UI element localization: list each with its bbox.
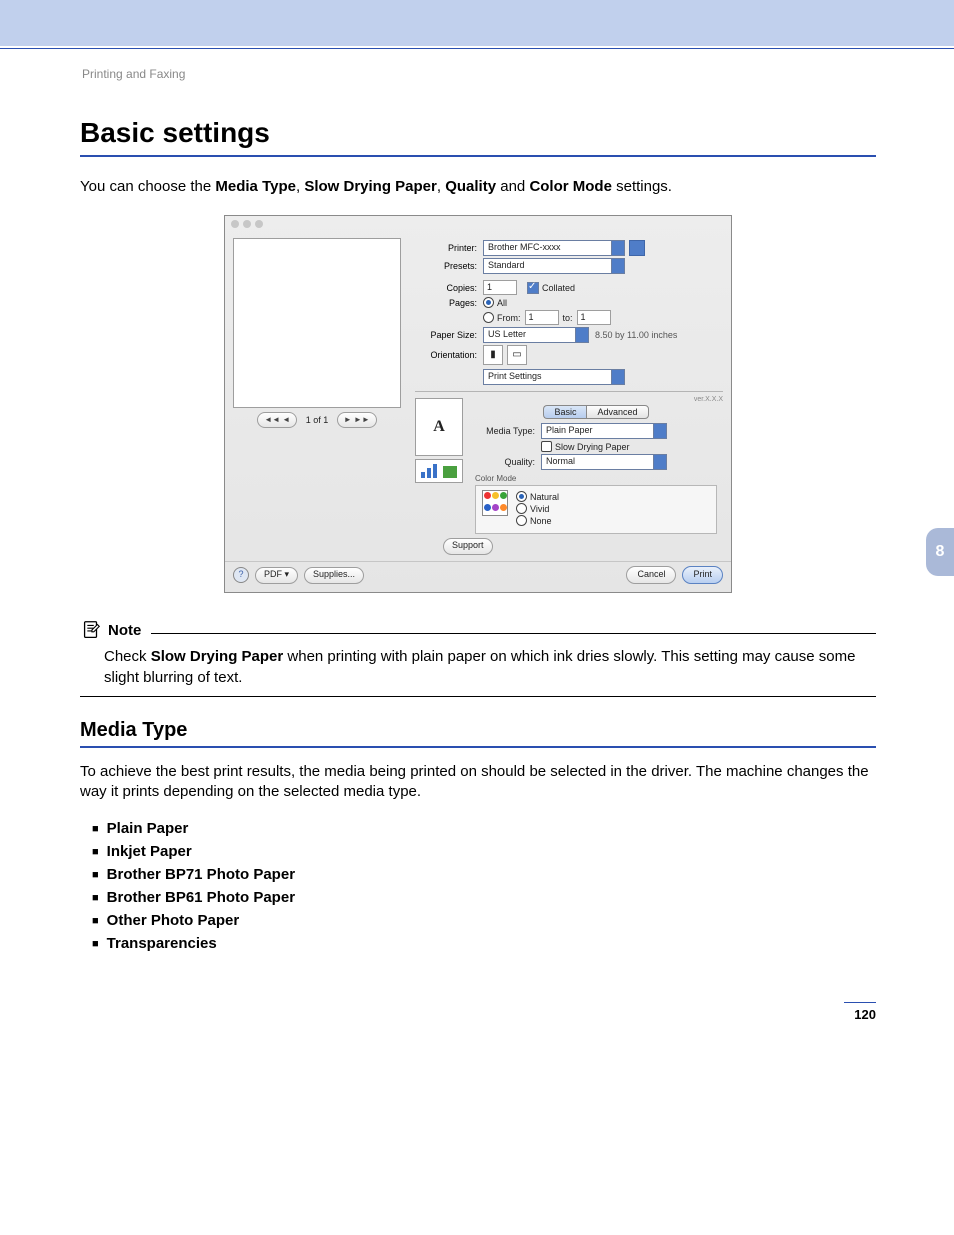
intro-paragraph: You can choose the Media Type, Slow Dryi…: [80, 177, 876, 197]
list-item: Other Photo Paper: [92, 912, 876, 929]
pages-range-radio[interactable]: [483, 312, 494, 323]
pages-from-input[interactable]: 1: [525, 310, 559, 325]
pages-label: Pages:: [415, 298, 477, 308]
driver-version-label: ver.X.X.X: [469, 396, 723, 403]
copies-input[interactable]: 1: [483, 280, 517, 295]
pager-prev-button[interactable]: ◄◄ ◄: [257, 412, 297, 428]
note-block: Note Check Slow Drying Paper when printi…: [80, 619, 876, 697]
media-type-paragraph: To achieve the best print results, the m…: [80, 762, 876, 803]
list-item: Brother BP71 Photo Paper: [92, 866, 876, 883]
print-preview-pane: [233, 238, 401, 408]
list-item: Transparencies: [92, 935, 876, 952]
heading-basic-settings: Basic settings: [80, 117, 876, 157]
quality-select[interactable]: Normal: [541, 454, 667, 470]
sample-thumb-text: A: [415, 398, 463, 456]
list-item: Brother BP61 Photo Paper: [92, 889, 876, 906]
pages-from-label: From:: [497, 313, 521, 323]
collated-checkbox[interactable]: [527, 282, 539, 294]
list-item: Plain Paper: [92, 820, 876, 837]
papersize-label: Paper Size:: [415, 330, 477, 340]
printer-select[interactable]: Brother MFC-xxxx: [483, 240, 625, 256]
media-type-list: Plain Paper Inkjet Paper Brother BP71 Ph…: [92, 820, 876, 952]
note-title: Note: [108, 622, 141, 639]
heading-media-type: Media Type: [80, 719, 876, 748]
running-head: Printing and Faxing: [82, 67, 876, 81]
pages-to-input[interactable]: 1: [577, 310, 611, 325]
colormode-group-label: Color Mode: [475, 474, 723, 483]
pages-to-label: to:: [563, 313, 573, 323]
printer-status-button[interactable]: [629, 240, 645, 256]
help-button[interactable]: ?: [233, 567, 249, 583]
print-dialog-screenshot: ◄◄ ◄ 1 of 1 ► ►► Printer: Brother MFC-xx…: [224, 215, 732, 593]
tab-advanced[interactable]: Advanced: [586, 405, 648, 419]
colormode-vivid-radio[interactable]: [516, 503, 527, 514]
mediatype-select[interactable]: Plain Paper: [541, 423, 667, 439]
page-number: 120: [844, 1002, 876, 1022]
tab-basic[interactable]: Basic: [543, 405, 586, 419]
orientation-landscape-button[interactable]: ▭: [507, 345, 527, 365]
copies-label: Copies:: [415, 283, 477, 293]
pdf-menu-button[interactable]: PDF ▾: [255, 567, 298, 584]
pager-next-button[interactable]: ► ►►: [337, 412, 377, 428]
cancel-button[interactable]: Cancel: [626, 566, 676, 584]
papersize-dimensions: 8.50 by 11.00 inches: [595, 330, 677, 340]
note-body: Check Slow Drying Paper when printing wi…: [104, 647, 876, 688]
colormode-none-radio[interactable]: [516, 515, 527, 526]
quality-label: Quality:: [469, 457, 535, 467]
colormode-natural-radio[interactable]: [516, 491, 527, 502]
support-button[interactable]: Support: [443, 538, 493, 555]
orientation-label: Orientation:: [415, 350, 477, 360]
colormode-natural-label: Natural: [530, 492, 559, 502]
note-icon: [80, 619, 102, 641]
settings-panel-select[interactable]: Print Settings: [483, 369, 625, 385]
orientation-portrait-button[interactable]: ▮: [483, 345, 503, 365]
pages-all-radio[interactable]: [483, 297, 494, 308]
list-item: Inkjet Paper: [92, 843, 876, 860]
presets-select[interactable]: Standard: [483, 258, 625, 274]
mediatype-label: Media Type:: [469, 426, 535, 436]
slowdrying-checkbox[interactable]: [541, 441, 552, 452]
colormode-none-label: None: [530, 516, 552, 526]
print-button[interactable]: Print: [682, 566, 723, 584]
pager-status: 1 of 1: [306, 415, 329, 425]
colormode-vivid-label: Vivid: [530, 504, 549, 514]
papersize-select[interactable]: US Letter: [483, 327, 589, 343]
sample-thumb-chart: [415, 459, 463, 483]
pages-all-label: All: [497, 298, 507, 308]
slowdrying-label: Slow Drying Paper: [555, 442, 630, 452]
chapter-tab: 8: [926, 528, 954, 576]
presets-label: Presets:: [415, 261, 477, 271]
supplies-button[interactable]: Supplies...: [304, 567, 364, 584]
colormode-sample-icon: [482, 490, 508, 516]
printer-label: Printer:: [415, 243, 477, 253]
collated-label: Collated: [542, 283, 575, 293]
